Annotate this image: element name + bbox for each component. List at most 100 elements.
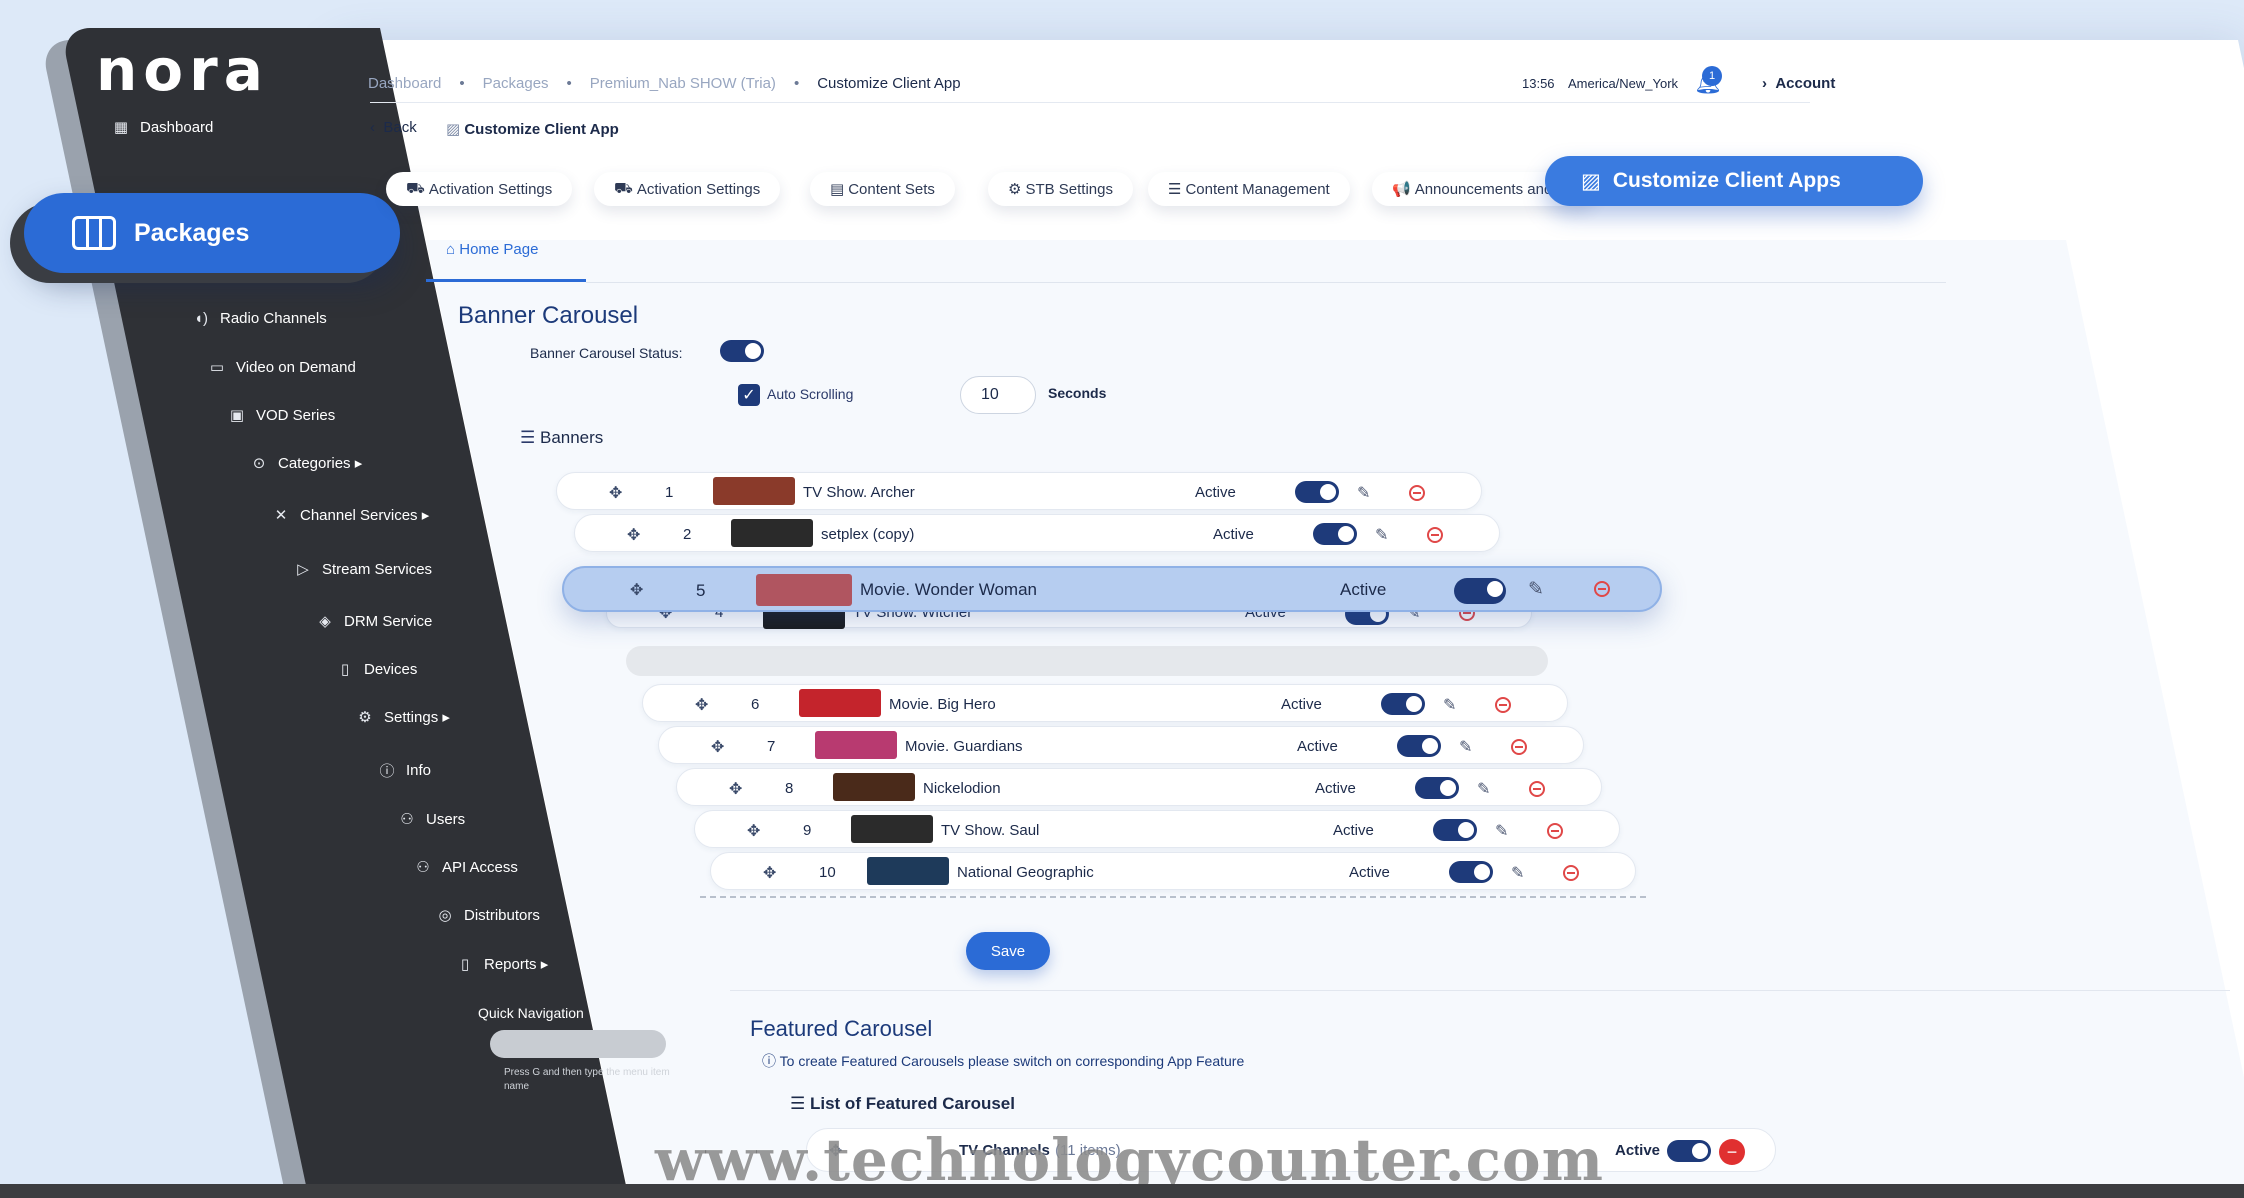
row-active-toggle[interactable] xyxy=(1454,578,1506,604)
featured-list-title-text: List of Featured Carousel xyxy=(809,1094,1015,1113)
drag-handle-icon[interactable]: ✥ xyxy=(695,695,708,715)
edit-icon[interactable]: ✎ xyxy=(1357,483,1370,503)
row-active-toggle[interactable] xyxy=(1381,693,1425,715)
seconds-label: Seconds xyxy=(1048,385,1107,401)
remove-icon[interactable] xyxy=(1594,581,1610,597)
tab-icon: 📢 xyxy=(1392,181,1411,198)
row-status: Active xyxy=(1297,738,1338,755)
row-title: Nickelodion xyxy=(923,780,1001,797)
auto-scroll-label: Auto Scrolling xyxy=(767,386,854,402)
remove-icon[interactable] xyxy=(1547,823,1563,839)
page-title: ▨ Customize Client App xyxy=(446,120,619,138)
row-thumbnail xyxy=(799,689,881,717)
drag-handle-icon[interactable]: ✥ xyxy=(711,737,724,757)
tab-customize-client-apps[interactable]: ▨ Customize Client Apps xyxy=(1545,156,1923,206)
banner-status-toggle[interactable] xyxy=(720,340,764,362)
edit-icon[interactable]: ✎ xyxy=(1528,578,1544,601)
tab-label: STB Settings xyxy=(1025,180,1113,198)
drag-handle-icon[interactable]: ✥ xyxy=(630,580,643,600)
drag-handle-icon[interactable]: ✥ xyxy=(763,863,776,883)
drag-handle-icon[interactable]: ✥ xyxy=(729,779,742,799)
row-title: Movie. Wonder Woman xyxy=(860,580,1037,599)
edit-icon[interactable]: ✎ xyxy=(1375,525,1388,545)
drag-handle-icon[interactable]: ✥ xyxy=(609,483,622,503)
tab-content-sets[interactable]: ▤ Content Sets xyxy=(810,172,955,206)
featured-info-text: To create Featured Carousels please swit… xyxy=(779,1053,1245,1069)
drag-handle-icon[interactable]: ✥ xyxy=(627,525,640,545)
featured-info: ⓘ To create Featured Carousels please sw… xyxy=(762,1051,1244,1071)
table-row[interactable]: ✥ 9 TV Show. Saul Active ✎ xyxy=(694,810,1620,848)
row-number: 1 xyxy=(665,484,674,501)
edit-icon[interactable]: ✎ xyxy=(1459,737,1472,757)
edit-icon[interactable]: ✎ xyxy=(1477,779,1490,799)
edit-icon[interactable]: ✎ xyxy=(1443,695,1456,715)
row-number: 6 xyxy=(751,696,760,713)
breadcrumb-item[interactable]: Packages xyxy=(483,75,549,92)
row-number: 10 xyxy=(819,864,836,881)
row-title: Movie. Big Hero xyxy=(889,696,996,713)
page-title-text: Customize Client App xyxy=(464,121,619,138)
breadcrumb-item[interactable]: Dashboard xyxy=(368,75,441,92)
timezone: America/New_York xyxy=(1568,76,1679,91)
table-row[interactable]: ✥ 10 National Geographic Active ✎ xyxy=(710,852,1636,890)
drag-handle-icon[interactable]: ✥ xyxy=(747,821,760,841)
tab-stb-settings[interactable]: ⚙ STB Settings xyxy=(988,172,1133,206)
save-button[interactable]: Save xyxy=(966,932,1050,970)
row-title: TV Show. Saul xyxy=(941,822,1040,839)
banners-title: ☰ Banners xyxy=(520,428,603,448)
row-active-toggle[interactable] xyxy=(1415,777,1459,799)
row-active-toggle[interactable] xyxy=(1433,819,1477,841)
row-active-toggle[interactable] xyxy=(1449,861,1493,883)
remove-icon[interactable] xyxy=(1511,739,1527,755)
row-active-toggle[interactable] xyxy=(1397,735,1441,757)
dragging-row[interactable]: ✥ 5 Movie. Wonder Woman Active ✎ xyxy=(562,566,1662,612)
row-active-toggle[interactable] xyxy=(1295,481,1339,503)
remove-icon[interactable] xyxy=(1409,485,1425,501)
row-active-toggle[interactable] xyxy=(1313,523,1357,545)
banner-status-label: Banner Carousel Status: xyxy=(530,345,683,361)
seconds-input[interactable] xyxy=(960,376,1036,414)
row-title: Movie. Guardians xyxy=(905,738,1023,755)
tab-content-management[interactable]: ☰ Content Management xyxy=(1148,172,1350,206)
remove-icon[interactable] xyxy=(1529,781,1545,797)
tab-activation-settings[interactable]: ⛟ Activation Settings xyxy=(594,172,781,206)
account-menu[interactable]: › Account xyxy=(1762,75,1835,92)
remove-icon[interactable]: − xyxy=(1719,1139,1745,1165)
drop-placeholder xyxy=(626,646,1548,676)
back-label: Back xyxy=(383,119,417,136)
breadcrumb-current: Customize Client App xyxy=(817,75,961,92)
row-thumbnail xyxy=(833,773,915,801)
table-row[interactable]: ✥ 7 Movie. Guardians Active ✎ xyxy=(658,726,1584,764)
remove-icon[interactable] xyxy=(1563,865,1579,881)
banner-carousel-title: Banner Carousel xyxy=(458,302,639,329)
main-content: Dashboard • Packages • Premium_Nab SHOW … xyxy=(0,0,2244,1198)
breadcrumb-separator: • xyxy=(566,75,572,92)
row-number: 8 xyxy=(785,780,794,797)
remove-icon[interactable] xyxy=(1495,697,1511,713)
account-label: Account xyxy=(1775,75,1836,92)
breadcrumb: Dashboard • Packages • Premium_Nab SHOW … xyxy=(368,75,961,92)
table-row[interactable]: ✥ 6 Movie. Big Hero Active ✎ xyxy=(642,684,1568,722)
back-button[interactable]: ‹ Back xyxy=(370,119,417,136)
row-status: Active xyxy=(1213,526,1254,543)
edit-icon[interactable]: ✎ xyxy=(1511,863,1524,883)
table-row[interactable]: ✥ 1 TV Show. Archer Active ✎ xyxy=(556,472,1482,510)
list-end-divider xyxy=(700,896,1646,898)
tab-divider xyxy=(586,282,1946,283)
tab-home-page[interactable]: ⌂ Home Page xyxy=(446,241,538,258)
row-thumbnail xyxy=(756,574,852,606)
home-icon: ⌂ xyxy=(446,241,456,258)
breadcrumb-item[interactable]: Premium_Nab SHOW (Tria) xyxy=(590,75,776,92)
auto-scroll-checkbox[interactable]: ✓ xyxy=(738,384,760,406)
row-active-toggle[interactable] xyxy=(1667,1140,1711,1162)
tab-activation-settings[interactable]: ⛟ Activation Settings xyxy=(386,172,573,206)
table-row[interactable]: ✥ 8 Nickelodion Active ✎ xyxy=(676,768,1602,806)
tab-label: Activation Settings xyxy=(428,180,553,198)
row-title: TV Show. Archer xyxy=(803,484,915,501)
row-number: 2 xyxy=(683,526,692,543)
table-row[interactable]: ✥ 2 setplex (copy) Active ✎ xyxy=(574,514,1500,552)
banners-title-text: Banners xyxy=(539,428,604,447)
remove-icon[interactable] xyxy=(1427,527,1443,543)
edit-icon[interactable]: ✎ xyxy=(1495,821,1508,841)
tab-icon: ⛟ xyxy=(614,179,633,197)
